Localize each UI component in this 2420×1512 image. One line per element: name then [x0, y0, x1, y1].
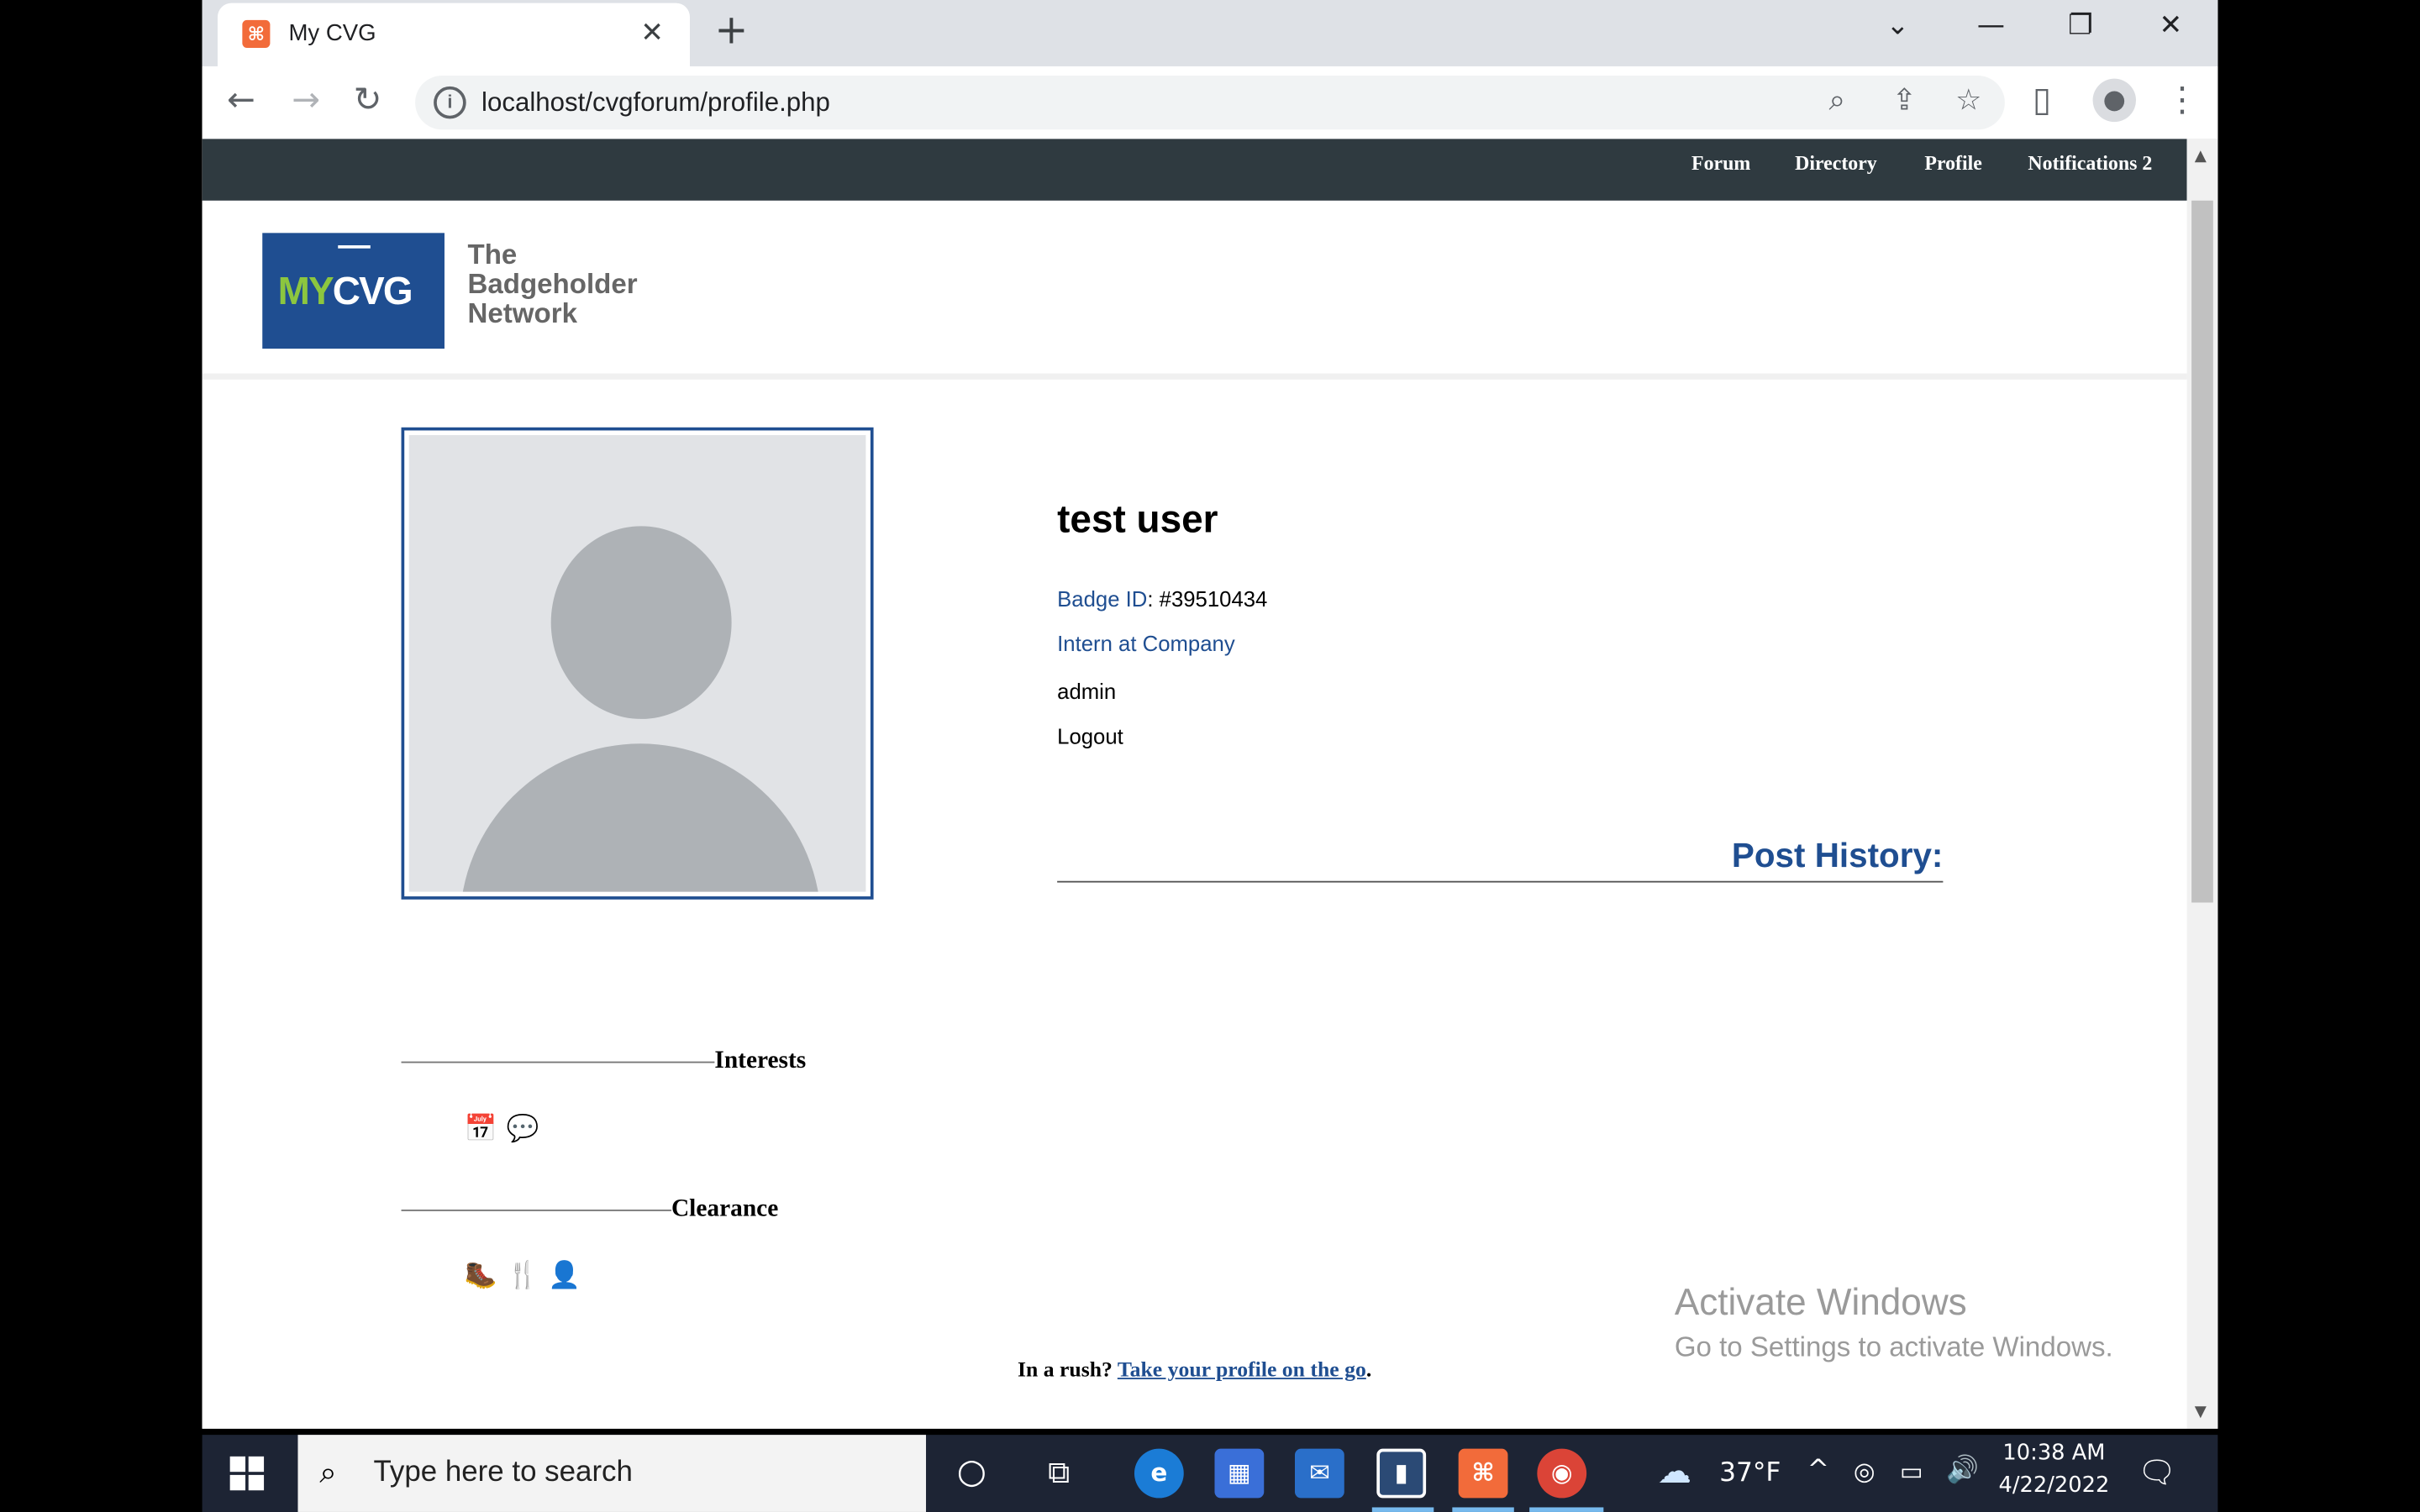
- menu-icon[interactable]: ⋮: [2165, 82, 2199, 120]
- logo-tagline: The Badgeholder Network: [467, 239, 638, 329]
- search-icon: ⌕: [319, 1453, 337, 1491]
- post-history-divider: [1057, 880, 1944, 883]
- store-icon[interactable]: ▦: [1214, 1448, 1265, 1499]
- clock-date: 4/22/2022: [1998, 1473, 2110, 1499]
- person-clock-icon: 👤: [548, 1260, 581, 1292]
- taskbar: ⌕ Type here to search ○ ⧉ e ▦ ✉ ▮ ⌘ ◉ ☁ …: [202, 1435, 2218, 1512]
- avatar-body: [460, 743, 822, 892]
- post-history-title: Post History:: [1731, 836, 1944, 875]
- activate-windows-subtitle: Go to Settings to activate Windows.: [1674, 1331, 2113, 1362]
- weather-cloud-icon[interactable]: ☁: [1658, 1453, 1691, 1492]
- xampp-icon: ⌘: [242, 19, 271, 48]
- scroll-down-icon[interactable]: ▼: [2195, 1404, 2207, 1420]
- nav-forum[interactable]: Forum: [1691, 151, 1750, 176]
- new-tab-icon[interactable]: +: [714, 11, 748, 51]
- site-info-icon[interactable]: i: [434, 86, 466, 119]
- nav-notifications[interactable]: Notifications 2: [2028, 151, 2152, 176]
- restore-icon[interactable]: ❐: [2068, 9, 2093, 42]
- weather-temp[interactable]: 37°F: [1719, 1458, 1781, 1489]
- badge-id-value: : #39510434: [1147, 585, 1268, 612]
- share-icon[interactable]: ⇪: [1892, 83, 1917, 117]
- volume-icon[interactable]: 🔊: [1946, 1455, 1979, 1486]
- calendar-download-icon: 📅: [464, 1114, 497, 1145]
- profile-avatar-icon[interactable]: ●: [2092, 78, 2136, 123]
- page-viewport: Forum Directory Profile Notifications 2 …: [202, 139, 2187, 1429]
- mail-icon[interactable]: ✉: [1294, 1448, 1344, 1499]
- app-running-indicator: [1371, 1507, 1434, 1512]
- footer-suffix: .: [1365, 1359, 1372, 1383]
- xampp-taskbar-icon[interactable]: ⌘: [1458, 1448, 1508, 1499]
- side-panel-icon[interactable]: ▯: [2033, 82, 2051, 120]
- site-header: MYCVG The Badgeholder Network: [202, 201, 2187, 380]
- windows-start-icon[interactable]: [229, 1456, 265, 1491]
- meet-icon[interactable]: ◎: [1854, 1457, 1876, 1486]
- activate-windows-title: Activate Windows: [1674, 1282, 1967, 1324]
- battery-icon[interactable]: ▭: [1900, 1457, 1923, 1486]
- edge-icon[interactable]: e: [1134, 1448, 1184, 1499]
- profile-role: Intern at Company: [1057, 631, 1235, 656]
- profile-name: test user: [1057, 498, 1218, 542]
- hiking-icon: 🥾: [464, 1260, 497, 1292]
- back-icon[interactable]: ←: [227, 82, 255, 120]
- browser-toolbar: ← → ↻ i localhost/cvgforum/profile.php ⌕…: [202, 66, 2218, 141]
- close-window-icon[interactable]: ✕: [2160, 9, 2183, 42]
- tray-chevron-icon[interactable]: ^: [1807, 1455, 1829, 1486]
- close-tab-icon[interactable]: ✕: [640, 17, 664, 50]
- app-icon[interactable]: ▮: [1376, 1448, 1427, 1499]
- badge-id-label: Badge ID: [1057, 585, 1148, 612]
- badge-id: Badge ID: #39510434: [1057, 586, 1267, 611]
- clearance-title: Clearance: [671, 1195, 779, 1222]
- clock[interactable]: 10:38 AM 4/22/2022: [1999, 1441, 2110, 1498]
- nav-profile[interactable]: Profile: [1924, 151, 1982, 176]
- browser-tab[interactable]: ⌘ My CVG ✕: [217, 3, 691, 66]
- dining-icon: 🍴: [506, 1260, 539, 1292]
- zoom-icon[interactable]: ⌕: [1828, 83, 1845, 117]
- bookmark-star-icon[interactable]: ☆: [1955, 83, 1981, 117]
- mobile-profile-link[interactable]: Take your profile on the go: [1118, 1359, 1366, 1383]
- clearance-divider: [401, 1209, 671, 1211]
- page-scrollbar[interactable]: ▲ ▼: [2186, 139, 2218, 1429]
- site-logo[interactable]: MYCVG: [262, 233, 445, 349]
- forward-icon[interactable]: →: [292, 82, 320, 120]
- chrome-running-indicator: [1529, 1507, 1604, 1512]
- footer-prefix: In a rush?: [1017, 1359, 1118, 1383]
- profile-avatar: [401, 427, 874, 900]
- chrome-icon[interactable]: ◉: [1537, 1448, 1587, 1499]
- site-nav: Forum Directory Profile Notifications 2: [202, 139, 2187, 201]
- taskbar-search[interactable]: ⌕ Type here to search: [297, 1435, 927, 1512]
- search-placeholder: Type here to search: [373, 1456, 633, 1489]
- browser-window: ⌘ My CVG ✕ + ⌄ — ❐ ✕ ← → ↻ i localhost/c…: [202, 0, 2218, 1429]
- minimize-icon[interactable]: —: [1977, 9, 2005, 42]
- scroll-up-icon[interactable]: ▲: [2195, 148, 2207, 165]
- profile-group: admin: [1057, 679, 1117, 704]
- scroll-thumb[interactable]: [2191, 200, 2213, 903]
- screen: ⌘ My CVG ✕ + ⌄ — ❐ ✕ ← → ↻ i localhost/c…: [0, 0, 2420, 1512]
- interests-title: Interests: [714, 1047, 807, 1074]
- avatar-placeholder: [408, 434, 866, 892]
- cortana-icon[interactable]: ○: [957, 1453, 986, 1492]
- tab-title: My CVG: [288, 19, 376, 47]
- xampp-running-indicator: [1452, 1507, 1514, 1512]
- notifications-icon[interactable]: 🗨: [2138, 1453, 2177, 1490]
- reload-icon[interactable]: ↻: [354, 82, 382, 120]
- clock-time: 10:38 AM: [2002, 1441, 2106, 1466]
- nav-directory[interactable]: Directory: [1795, 151, 1877, 176]
- url-text[interactable]: localhost/cvgforum/profile.php: [481, 88, 830, 119]
- logo-cvg: CVG: [332, 270, 413, 313]
- address-bar[interactable]: i localhost/cvgforum/profile.php ⌕ ⇪ ☆: [415, 75, 2005, 130]
- interests-divider: [401, 1061, 715, 1063]
- chat-bubbles-icon: 💬: [506, 1114, 539, 1145]
- task-view-icon[interactable]: ⧉: [1048, 1453, 1070, 1490]
- tab-search-icon[interactable]: ⌄: [1886, 9, 1909, 42]
- logo-my: MY: [277, 270, 334, 313]
- logout-link[interactable]: Logout: [1057, 723, 1123, 748]
- avatar-head: [550, 526, 732, 719]
- logo-text: MYCVG: [277, 270, 413, 314]
- logo-accent-bar: [338, 245, 371, 249]
- tab-strip: ⌘ My CVG ✕ + ⌄ — ❐ ✕: [202, 0, 2218, 66]
